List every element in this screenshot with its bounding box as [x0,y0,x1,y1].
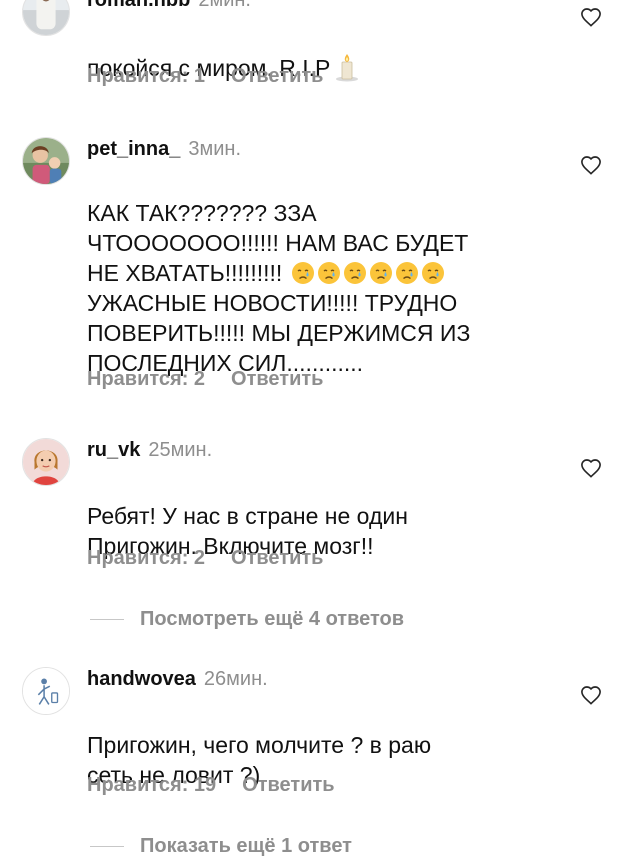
avatar-image [23,0,69,35]
crying-face-icon [343,262,366,284]
comment-text: КАК ТАК??????? ЗЗА ЧТООООООО!!!!!! НАМ В… [87,168,557,378]
likes-count[interactable]: Нравится: 19 [87,774,216,796]
like-heart-icon[interactable] [580,458,602,478]
comment-actions: Нравится: 19 Ответить [87,773,335,797]
crying-face-icon [369,262,392,284]
like-heart-icon[interactable] [580,685,602,705]
crying-face-icon [421,262,444,284]
comment-time: 25мин. [148,439,213,461]
candle-emoji-icon [336,54,359,82]
comment-time: 26мин. [203,668,268,690]
comment-text-body-part2: УЖАСНЫЕ НОВОСТИ!!!!! ТРУДНО ПОВЕРИТЬ!!!!… [87,290,471,376]
comment-username[interactable]: handwovea [87,668,196,690]
avatar[interactable] [22,137,70,185]
comment-username[interactable]: ru_vk [87,439,140,461]
crying-emoji-row [289,260,445,286]
comment-time: 3мин. [188,138,242,160]
likes-count[interactable]: Нравится: 2 [87,368,205,390]
comment-username[interactable]: roman.nbb [87,0,190,11]
divider-line [90,619,124,621]
likes-count[interactable]: Нравится: 2 [87,547,205,569]
divider-line [90,846,124,848]
comment-header: handwovea 26мин. [87,667,268,691]
show-more-reply-label: Показать ещё 1 ответ [140,835,352,857]
comment-actions: Нравится: 2 Ответить [87,367,323,391]
crying-face-icon [291,262,314,284]
reply-button[interactable]: Ответить [231,65,323,87]
comment-header: pet_inna_ 3мин. [87,137,241,161]
avatar[interactable] [22,438,70,486]
comment-username[interactable]: pet_inna_ [87,138,180,160]
avatar-image [23,439,69,485]
like-heart-icon[interactable] [580,7,602,27]
view-more-replies-label: Посмотреть ещё 4 ответов [140,608,405,630]
avatar[interactable] [22,667,70,715]
crying-face-icon [317,262,340,284]
like-heart-icon[interactable] [580,155,602,175]
avatar-image [23,138,69,184]
show-more-reply-button[interactable]: Показать ещё 1 ответ [90,834,352,858]
reply-button[interactable]: Ответить [242,774,334,796]
view-more-replies-button[interactable]: Посмотреть ещё 4 ответов [90,607,404,631]
comment-header: roman.nbb 2мин. [87,0,251,12]
comment-time: 2мин. [198,0,251,11]
crying-face-icon [395,262,418,284]
comment-header: ru_vk 25мин. [87,438,212,462]
likes-count[interactable]: Нравится: 1 [87,65,205,87]
avatar[interactable] [22,0,70,36]
reply-button[interactable]: Ответить [231,547,323,569]
reply-button[interactable]: Ответить [231,368,323,390]
comment-actions: Нравится: 1 Ответить [87,64,323,88]
avatar-image [23,668,69,714]
comment-actions: Нравится: 2 Ответить [87,546,323,570]
